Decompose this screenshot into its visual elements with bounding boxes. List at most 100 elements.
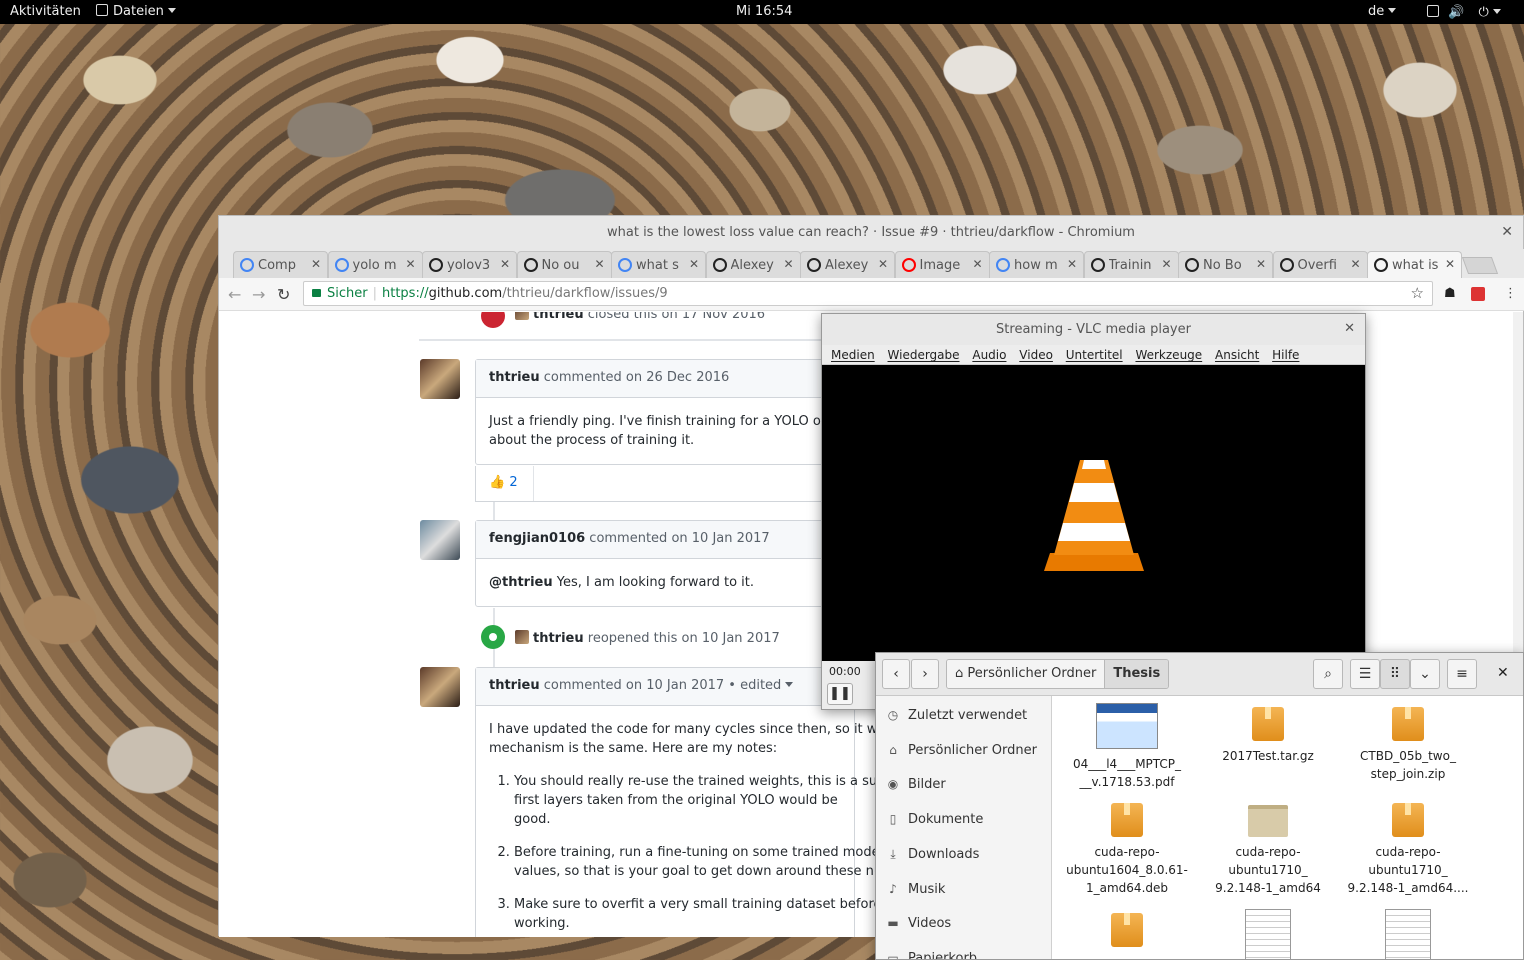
system-menu[interactable]: 🔊 ⏻ <box>1427 5 1501 20</box>
sidebar-item[interactable]: ⤓ Downloads <box>886 847 979 862</box>
close-icon[interactable]: ✕ <box>1497 665 1509 681</box>
sidebar-item[interactable]: ▭ Papierkorb <box>886 951 977 959</box>
video-area[interactable] <box>822 365 1365 661</box>
forward-button[interactable]: › <box>911 659 939 689</box>
comment-author[interactable]: thtrieu <box>489 370 540 385</box>
tab[interactable]: Alexey ✕ <box>705 251 801 278</box>
tab[interactable]: No Bo ✕ <box>1178 251 1273 278</box>
vlc-titlebar[interactable]: Streaming - VLC media player ✕ <box>822 314 1365 345</box>
avatar[interactable] <box>420 667 460 707</box>
comment-author[interactable]: fengjian0106 <box>489 531 585 546</box>
activities-button[interactable]: Aktivitäten <box>10 4 81 19</box>
close-icon[interactable]: ✕ <box>689 257 699 271</box>
forward-icon[interactable]: → <box>252 285 265 304</box>
back-icon[interactable]: ← <box>228 285 241 304</box>
menu-video[interactable]: Video <box>1019 348 1053 362</box>
close-icon[interactable]: ✕ <box>1344 321 1355 336</box>
files-headerbar: ‹ › ⌂ Persönlicher Ordner Thesis ⌕ ☰ ⠿ ⌄… <box>876 653 1523 696</box>
menu-medien[interactable]: Medien <box>831 348 875 362</box>
hamburger-menu-button[interactable]: ≡ <box>1447 659 1477 689</box>
close-icon[interactable]: ✕ <box>1445 257 1455 271</box>
tab[interactable]: yolov3 ✕ <box>422 251 517 278</box>
sidebar-item[interactable]: ▬ Videos <box>886 916 951 931</box>
chromium-titlebar[interactable]: what is the lowest loss value can reach?… <box>219 216 1523 249</box>
menu-audio[interactable]: Audio <box>972 348 1006 362</box>
back-button[interactable]: ‹ <box>882 659 910 689</box>
close-icon[interactable]: ✕ <box>311 257 321 271</box>
view-options-button[interactable]: ⌄ <box>1410 659 1440 689</box>
file-item[interactable]: CTBD_05b_two_ step_join.zip <box>1343 703 1473 783</box>
file-item[interactable]: 04___l4___MPTCP_ __v.1718.53.pdf <box>1062 703 1192 791</box>
comment-date[interactable]: commented on 10 Jan 2017 <box>589 531 769 546</box>
search-button[interactable]: ⌕ <box>1313 659 1343 689</box>
bookmark-star-icon[interactable]: ☆ <box>1411 284 1424 302</box>
new-tab-button[interactable] <box>1461 257 1499 274</box>
file-item[interactable]: 2017Test.tar.gz <box>1203 703 1333 765</box>
close-icon[interactable]: ✕ <box>1350 257 1360 271</box>
path-segment-current[interactable]: Thesis <box>1104 660 1169 688</box>
tab[interactable]: No ou ✕ <box>516 251 612 278</box>
tab[interactable]: Alexey ✕ <box>800 251 895 278</box>
pause-button[interactable]: ❚❚ <box>827 683 853 705</box>
close-icon[interactable]: ✕ <box>1501 224 1513 240</box>
sidebar-item[interactable]: ⌂ Persönlicher Ordner <box>886 743 1037 758</box>
event-user[interactable]: thtrieu <box>533 631 584 646</box>
list-view-button[interactable]: ☰ <box>1350 659 1380 689</box>
close-icon[interactable]: ✕ <box>594 257 604 271</box>
menu-ansicht[interactable]: Ansicht <box>1215 348 1259 362</box>
tab[interactable]: how m ✕ <box>989 251 1084 278</box>
close-icon[interactable]: ✕ <box>878 257 888 271</box>
file-item[interactable]: cuda-repo- ubuntu1710_ 9.2.148-1_amd64 <box>1203 799 1333 897</box>
close-icon[interactable]: ✕ <box>500 257 510 271</box>
app-menu-button[interactable]: Dateien <box>96 4 176 19</box>
file-item[interactable]: cuda-repo- ubuntu1710_ 9.2.148-1_amd64..… <box>1343 799 1473 897</box>
tab[interactable]: Trainin ✕ <box>1083 251 1179 278</box>
tab[interactable]: yolo m ✕ <box>327 251 423 278</box>
path-segment-home[interactable]: ⌂ Persönlicher Ordner <box>947 660 1105 688</box>
close-icon[interactable]: ✕ <box>972 257 982 271</box>
tab-label: No ou <box>541 258 580 273</box>
clock[interactable]: Mi 16:54 <box>736 4 792 19</box>
avatar[interactable] <box>420 359 460 399</box>
chevron-down-icon[interactable] <box>785 682 794 687</box>
comment-date[interactable]: commented on 10 Jan 2017 • edited <box>544 678 782 693</box>
pdf-extension-icon[interactable] <box>1471 287 1485 301</box>
close-icon[interactable]: ✕ <box>783 257 793 271</box>
close-icon[interactable]: ✕ <box>1256 257 1266 271</box>
tab[interactable]: what s ✕ <box>611 251 706 278</box>
file-item[interactable] <box>1203 909 1333 959</box>
tab[interactable]: Comp ✕ <box>233 251 328 278</box>
tab[interactable]: Overfi ✕ <box>1272 251 1368 278</box>
mention-link[interactable]: @thtrieu <box>489 575 553 590</box>
avatar[interactable] <box>420 520 460 560</box>
tab[interactable]: Image ✕ <box>894 251 990 278</box>
close-icon[interactable]: ✕ <box>405 257 415 271</box>
keyboard-layout-menu[interactable]: de <box>1368 4 1397 19</box>
event-user[interactable]: thtrieu <box>533 312 584 322</box>
file-item[interactable] <box>1343 909 1473 959</box>
extension-icon[interactable]: ☗ <box>1444 286 1456 301</box>
file-item[interactable]: cuda-repo- ubuntu1604_8.0.61- 1_amd64.de… <box>1062 799 1192 897</box>
menu-werkzeuge[interactable]: Werkzeuge <box>1135 348 1202 362</box>
close-icon[interactable]: ✕ <box>1161 257 1171 271</box>
menu-wiedergabe[interactable]: Wiedergabe <box>888 348 960 362</box>
menu-hilfe[interactable]: Hilfe <box>1272 348 1299 362</box>
reload-icon[interactable]: ↻ <box>277 285 290 304</box>
sidebar-item[interactable]: ♪ Musik <box>886 882 945 897</box>
grid-view-button[interactable]: ⠿ <box>1380 659 1410 689</box>
pdf-thumbnail-icon <box>1096 703 1158 749</box>
address-bar[interactable]: Sicher | https://github.com/thtrieu/darkfl… <box>303 281 1433 306</box>
menu-untertitel[interactable]: Untertitel <box>1066 348 1123 362</box>
file-item[interactable] <box>1062 909 1192 953</box>
sidebar-item[interactable]: ◷ Zuletzt verwendet <box>886 708 1027 723</box>
sidebar-item[interactable]: ◉ Bilder <box>886 777 946 792</box>
comment-author[interactable]: thtrieu <box>489 678 540 693</box>
sidebar-item[interactable]: ▯ Dokumente <box>886 812 984 827</box>
comment-date[interactable]: commented on 26 Dec 2016 <box>544 370 730 385</box>
tab-label: how m <box>1014 258 1058 273</box>
reaction-bar[interactable]: 👍 2 <box>475 466 855 502</box>
vlc-menubar: Medien Wiedergabe Audio Video Untertitel… <box>822 345 1365 365</box>
close-icon[interactable]: ✕ <box>1067 257 1077 271</box>
tab[interactable]: what is ✕ <box>1367 251 1462 278</box>
menu-dots-icon[interactable]: ⋮ <box>1504 286 1517 301</box>
